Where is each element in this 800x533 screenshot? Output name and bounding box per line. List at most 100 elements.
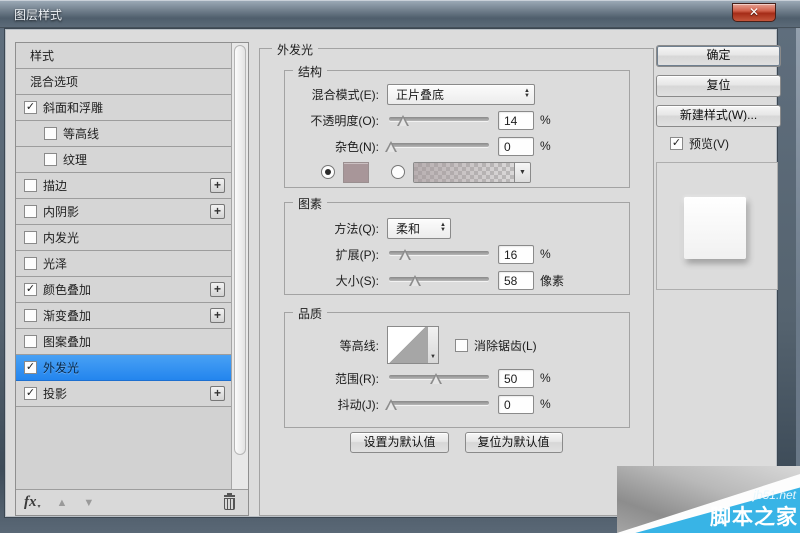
sidebar-item-7[interactable]: 内发光 bbox=[16, 225, 231, 251]
move-effect-up-icon[interactable]: ▲ bbox=[57, 497, 68, 509]
slider-thumb[interactable] bbox=[409, 275, 421, 286]
add-effect-button[interactable]: + bbox=[210, 386, 225, 401]
blend-mode-select[interactable]: 正片叠底 ▲ ▼ bbox=[387, 84, 535, 105]
desktop-background-sliver bbox=[796, 0, 800, 533]
slider-thumb[interactable] bbox=[430, 373, 442, 384]
style-enable-checkbox[interactable] bbox=[24, 257, 37, 270]
gradient-picker[interactable]: ▼ bbox=[413, 162, 531, 183]
noise-slider[interactable] bbox=[389, 139, 489, 153]
add-effect-button[interactable]: + bbox=[210, 178, 225, 193]
size-row: 大小(S): 58 像素 bbox=[285, 267, 629, 293]
preview-row: ✓ 预览(V) bbox=[670, 135, 781, 152]
style-enable-checkbox[interactable]: ✓ bbox=[24, 361, 37, 374]
blend-mode-row: 混合模式(E): 正片叠底 ▲ ▼ bbox=[285, 81, 629, 107]
new-style-button[interactable]: 新建样式(W)... bbox=[656, 105, 781, 127]
sidebar-item-8[interactable]: 光泽 bbox=[16, 251, 231, 277]
noise-unit: % bbox=[540, 139, 551, 153]
close-button[interactable]: ✕ bbox=[732, 3, 776, 22]
range-slider[interactable] bbox=[389, 371, 489, 385]
style-enable-checkbox[interactable] bbox=[24, 205, 37, 218]
slider-thumb[interactable] bbox=[399, 249, 411, 260]
glow-color-swatch[interactable] bbox=[343, 162, 369, 183]
spread-input[interactable]: 16 bbox=[498, 245, 534, 264]
sidebar-item-label: 等高线 bbox=[63, 125, 99, 142]
sidebar-item-4[interactable]: 纹理 bbox=[16, 147, 231, 173]
style-enable-checkbox[interactable] bbox=[44, 153, 57, 166]
sidebar-item-12[interactable]: ✓ 外发光 bbox=[16, 355, 231, 381]
sidebar-item-9[interactable]: ✓颜色叠加+ bbox=[16, 277, 231, 303]
combo-down-icon: ▼ bbox=[440, 228, 446, 233]
sidebar-item-10[interactable]: 渐变叠加+ bbox=[16, 303, 231, 329]
style-enable-checkbox[interactable] bbox=[24, 335, 37, 348]
ok-button[interactable]: 确定 bbox=[656, 45, 781, 67]
delete-effect-icon[interactable] bbox=[223, 495, 236, 510]
slider-track bbox=[389, 277, 489, 281]
fx-menu-icon[interactable]: fx bbox=[24, 494, 37, 511]
action-column: 确定 复位 新建样式(W)... ✓ 预览(V) bbox=[656, 45, 781, 290]
jitter-slider[interactable] bbox=[389, 397, 489, 411]
scrollbar-thumb[interactable] bbox=[234, 45, 246, 455]
sidebar-item-2[interactable]: ✓斜面和浮雕 bbox=[16, 95, 231, 121]
reset-default-button[interactable]: 复位为默认值 bbox=[465, 432, 563, 453]
make-default-button[interactable]: 设置为默认值 bbox=[350, 432, 448, 453]
add-effect-button[interactable]: + bbox=[210, 308, 225, 323]
gradient-dropdown-icon[interactable]: ▼ bbox=[514, 163, 530, 182]
trash-lid bbox=[224, 495, 235, 497]
sidebar-item-label: 内发光 bbox=[43, 229, 79, 246]
move-effect-down-icon[interactable]: ▼ bbox=[83, 497, 94, 509]
sidebar-item-3[interactable]: 等高线 bbox=[16, 121, 231, 147]
jitter-input[interactable]: 0 bbox=[498, 395, 534, 414]
slider-thumb[interactable] bbox=[385, 141, 397, 152]
size-unit: 像素 bbox=[540, 272, 564, 289]
gradient-radio[interactable] bbox=[391, 165, 405, 179]
noise-input[interactable]: 0 bbox=[498, 137, 534, 156]
style-enable-checkbox[interactable] bbox=[24, 309, 37, 322]
sidebar-scrollbar[interactable] bbox=[231, 43, 248, 489]
contour-thumbnail bbox=[388, 327, 427, 363]
slider-thumb[interactable] bbox=[385, 399, 397, 410]
contour-picker[interactable]: ▼ bbox=[387, 326, 439, 364]
quality-group: 品质 等高线: ▼ 消除锯齿(L) 范围(R): 50 bbox=[284, 312, 630, 428]
range-input[interactable]: 50 bbox=[498, 369, 534, 388]
contour-dropdown-icon[interactable]: ▼ bbox=[427, 327, 438, 363]
watermark: jb51.net 脚本之家 bbox=[617, 466, 800, 533]
sidebar-item-label: 内阴影 bbox=[43, 203, 79, 220]
style-enable-checkbox[interactable] bbox=[24, 231, 37, 244]
technique-select[interactable]: 柔和 ▲ ▼ bbox=[387, 218, 451, 239]
style-enable-checkbox[interactable]: ✓ bbox=[24, 387, 37, 400]
sidebar-item-label: 外发光 bbox=[43, 359, 79, 376]
style-enable-checkbox[interactable] bbox=[44, 127, 57, 140]
size-slider[interactable] bbox=[389, 273, 489, 287]
technique-value: 柔和 bbox=[396, 220, 436, 237]
style-enable-checkbox[interactable] bbox=[24, 179, 37, 192]
style-enable-checkbox[interactable]: ✓ bbox=[24, 101, 37, 114]
add-effect-button[interactable]: + bbox=[210, 204, 225, 219]
slider-thumb[interactable] bbox=[397, 115, 409, 126]
style-preview-swatch bbox=[684, 197, 746, 259]
sidebar-item-13[interactable]: ✓投影+ bbox=[16, 381, 231, 407]
sidebar-item-0[interactable]: 样式 bbox=[16, 43, 231, 69]
titlebar[interactable]: 图层样式 ✕ bbox=[0, 0, 800, 28]
spread-slider[interactable] bbox=[389, 247, 489, 261]
sidebar-item-6[interactable]: 内阴影 + bbox=[16, 199, 231, 225]
glow-color-row: ▼ bbox=[285, 159, 629, 185]
opacity-slider[interactable] bbox=[389, 113, 489, 127]
reset-button[interactable]: 复位 bbox=[656, 75, 781, 97]
combo-arrows-icon: ▲ ▼ bbox=[524, 89, 530, 99]
sidebar-item-11[interactable]: 图案叠加 bbox=[16, 329, 231, 355]
add-effect-button[interactable]: + bbox=[210, 282, 225, 297]
preview-checkbox[interactable]: ✓ bbox=[670, 137, 683, 150]
combo-arrows-icon: ▲ ▼ bbox=[440, 223, 446, 233]
sidebar-item-5[interactable]: 描边+ bbox=[16, 173, 231, 199]
antialias-checkbox[interactable] bbox=[455, 339, 468, 352]
sidebar-item-1[interactable]: 混合选项 bbox=[16, 69, 231, 95]
size-input[interactable]: 58 bbox=[498, 271, 534, 290]
outer-glow-panel: 外发光 结构 混合模式(E): 正片叠底 ▲ ▼ 不透明度(O): bbox=[259, 48, 654, 516]
watermark-site-url: jb51.net bbox=[753, 488, 796, 502]
combo-down-icon: ▼ bbox=[524, 94, 530, 99]
style-enable-checkbox[interactable]: ✓ bbox=[24, 283, 37, 296]
antialias-label: 消除锯齿(L) bbox=[474, 337, 537, 354]
spread-label: 扩展(P): bbox=[291, 246, 379, 263]
opacity-input[interactable]: 14 bbox=[498, 111, 534, 130]
solid-color-radio[interactable] bbox=[321, 165, 335, 179]
